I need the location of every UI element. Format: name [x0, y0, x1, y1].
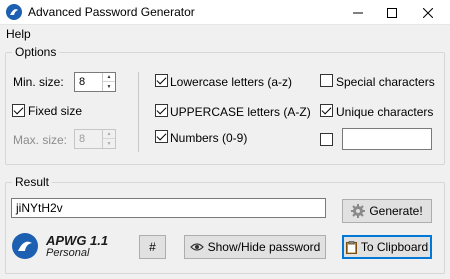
options-group-label: Options	[12, 45, 60, 59]
product-edition: Personal	[46, 247, 90, 259]
to-clipboard-label: To Clipboard	[360, 240, 429, 254]
lowercase-checkbox[interactable]	[155, 74, 168, 87]
password-output-field[interactable]: jiNYtH2v	[11, 198, 326, 218]
max-size-label: Max. size:	[13, 133, 68, 147]
custom-characters-input[interactable]	[342, 128, 432, 150]
hash-label: #	[149, 240, 156, 254]
title-bar: Advanced Password Generator	[0, 0, 450, 25]
min-size-spinner[interactable]: 8 ▲ ▼	[74, 72, 116, 92]
special-characters-label[interactable]: Special characters	[336, 75, 435, 89]
close-icon	[423, 7, 433, 18]
apwg-logo-icon	[12, 233, 38, 259]
uppercase-checkbox[interactable]	[155, 104, 168, 117]
lowercase-label[interactable]: Lowercase letters (a-z)	[170, 75, 292, 89]
show-hide-password-button[interactable]: Show/Hide password	[184, 235, 326, 259]
to-clipboard-button[interactable]: To Clipboard	[342, 235, 432, 259]
fixed-size-label[interactable]: Fixed size	[28, 104, 82, 118]
numbers-label[interactable]: Numbers (0-9)	[170, 131, 247, 145]
maximize-button[interactable]	[377, 0, 407, 25]
minimize-icon	[353, 12, 363, 13]
password-value: jiNYtH2v	[16, 201, 63, 215]
menu-help[interactable]: Help	[6, 27, 31, 41]
spin-down-icon: ▼	[106, 140, 112, 147]
max-size-spinner: 8 ▲ ▼	[74, 129, 116, 149]
special-characters-checkbox[interactable]	[320, 74, 333, 87]
spin-down-icon[interactable]: ▼	[103, 82, 115, 91]
fixed-size-checkbox[interactable]	[12, 104, 25, 117]
menu-bar: Help	[0, 25, 450, 43]
unique-characters-checkbox[interactable]	[320, 104, 333, 117]
close-button[interactable]	[413, 0, 443, 25]
min-size-value[interactable]: 8	[79, 76, 85, 88]
custom-characters-checkbox[interactable]	[320, 133, 333, 146]
gear-icon	[351, 204, 366, 218]
eye-icon	[189, 242, 204, 252]
uppercase-label[interactable]: UPPERCASE letters (A-Z)	[170, 105, 311, 119]
generate-label: Generate!	[369, 204, 423, 218]
product-name: APWG 1.1	[46, 233, 109, 248]
app-logo-icon	[6, 4, 22, 20]
min-size-label: Min. size:	[13, 75, 64, 89]
maximize-icon	[387, 7, 397, 18]
unique-characters-label[interactable]: Unique characters	[336, 105, 433, 119]
minimize-button[interactable]	[343, 0, 373, 25]
result-group: Result	[5, 175, 445, 274]
show-hide-label: Show/Hide password	[207, 240, 321, 254]
spin-up-icon: ▲	[103, 130, 115, 139]
spin-up-icon[interactable]: ▲	[103, 73, 115, 82]
numbers-checkbox[interactable]	[155, 130, 168, 143]
options-divider	[138, 72, 139, 152]
clipboard-icon	[345, 240, 357, 254]
generate-button[interactable]: Generate!	[342, 199, 432, 223]
hash-button[interactable]: #	[139, 235, 166, 259]
result-group-label: Result	[12, 175, 53, 189]
max-size-value: 8	[79, 133, 86, 145]
window-title: Advanced Password Generator	[28, 5, 195, 19]
